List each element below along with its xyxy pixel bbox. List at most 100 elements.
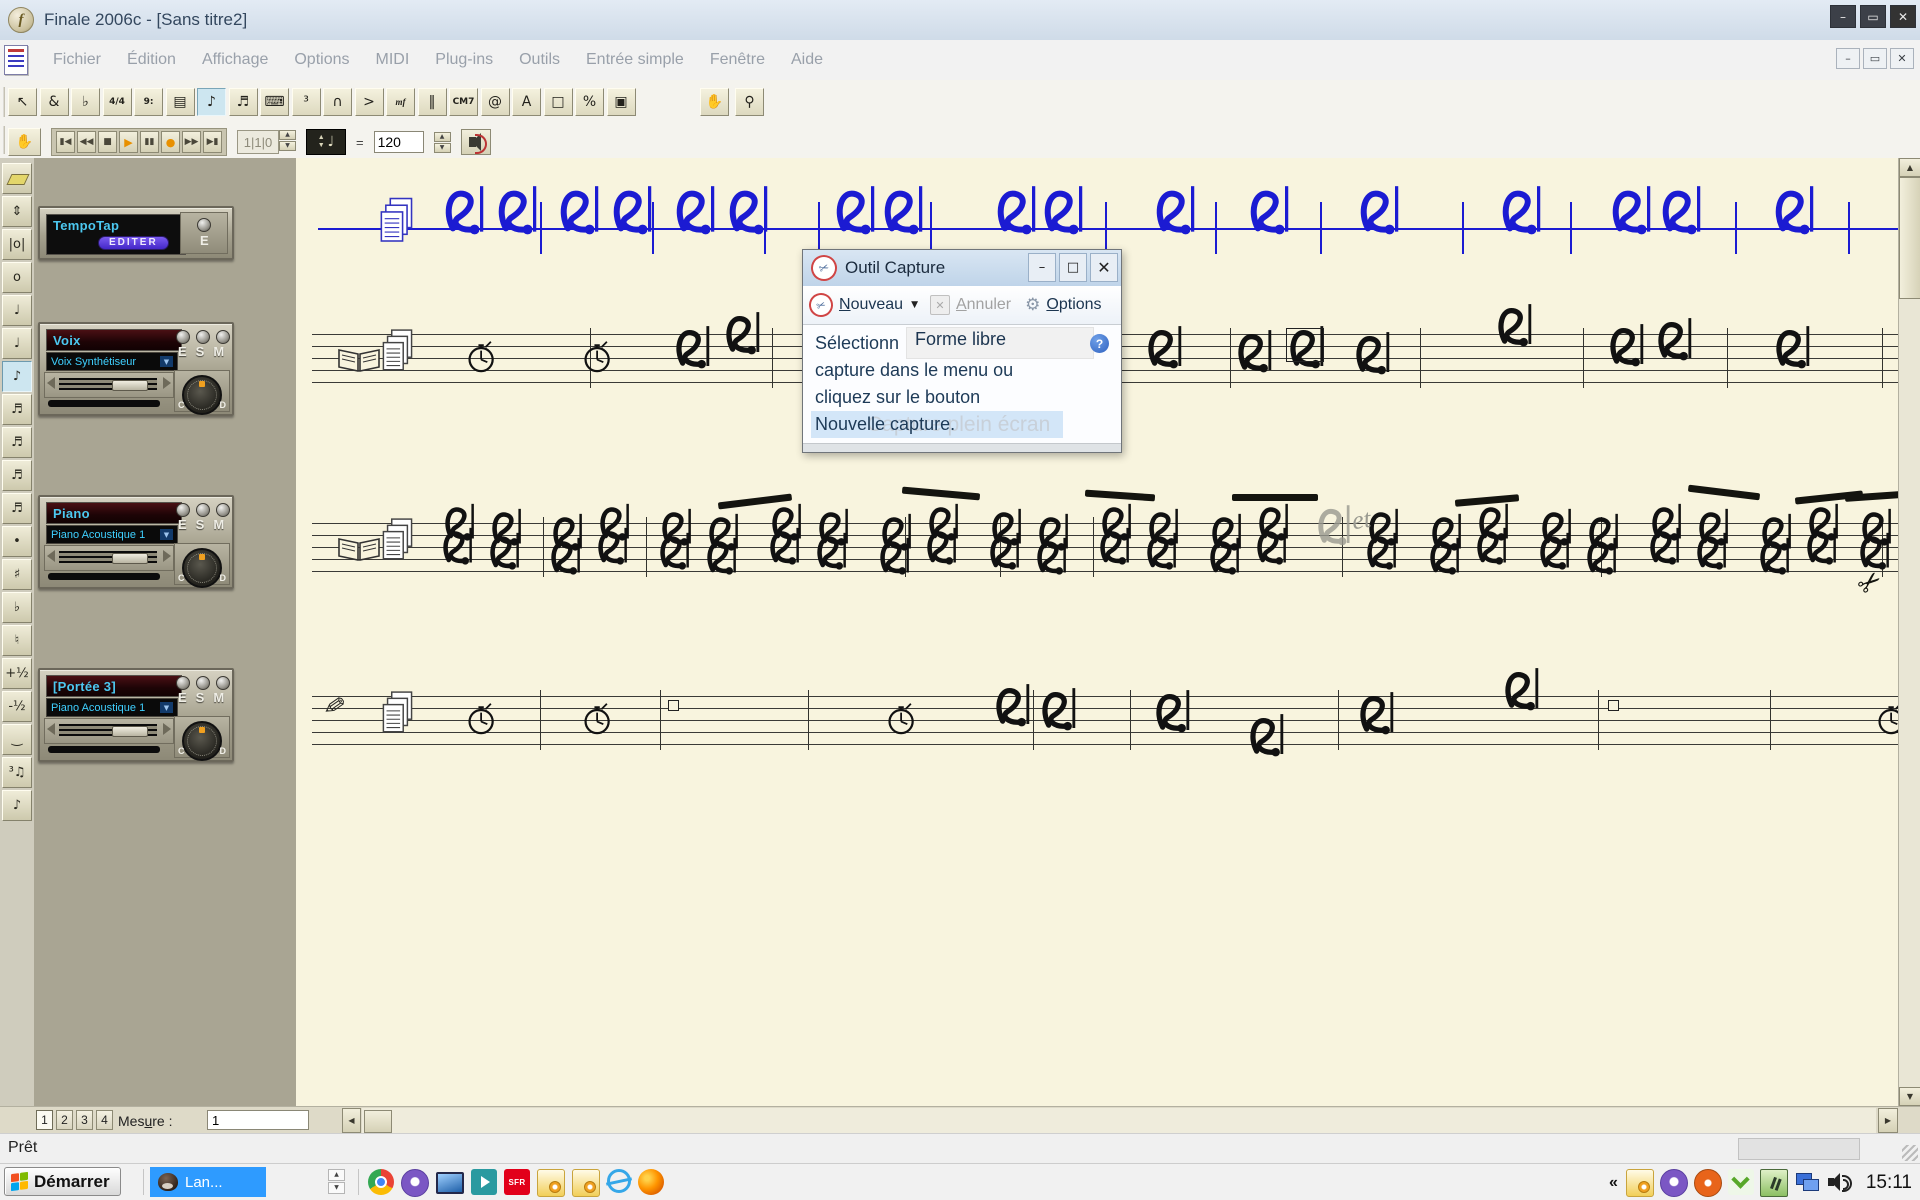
note-glyph[interactable]	[1360, 184, 1404, 236]
note-glyph[interactable]	[560, 184, 604, 236]
led-s[interactable]	[196, 503, 210, 517]
pause-button[interactable]: ▮▮	[140, 131, 159, 153]
ghost-note-glyph[interactable]	[1318, 503, 1354, 547]
page-button-4[interactable]: 4	[96, 1110, 113, 1130]
hundredtwentyeighth-note[interactable]: ♬	[2, 493, 32, 524]
square-note-glyph[interactable]	[668, 700, 679, 711]
note-glyph[interactable]	[884, 184, 928, 236]
note-glyph[interactable]	[676, 324, 714, 370]
vertical-scroll-thumb[interactable]	[1899, 177, 1920, 299]
horizontal-scroll-track[interactable]	[362, 1108, 1876, 1133]
note-glyph[interactable]	[1540, 531, 1573, 571]
graphics-tool[interactable]: □	[544, 88, 573, 116]
note-glyph[interactable]	[726, 310, 764, 356]
mirror-tool[interactable]: %	[575, 88, 604, 116]
augmentation-dot[interactable]: •	[2, 526, 32, 557]
slider-track[interactable]	[59, 551, 157, 563]
bittorrent-icon[interactable]	[401, 1169, 429, 1197]
led-e[interactable]	[176, 503, 190, 517]
editer-button[interactable]: EDITER	[98, 236, 169, 250]
note-glyph[interactable]	[1610, 322, 1648, 368]
start-button[interactable]: Démarrer	[4, 1167, 121, 1196]
square-note-glyph[interactable]	[1608, 700, 1619, 711]
menu-fichier[interactable]: Fichier	[40, 45, 114, 75]
slider-thumb[interactable]	[112, 380, 148, 391]
led-e[interactable]	[176, 676, 190, 690]
help-icon[interactable]: ?	[1090, 334, 1109, 353]
quarter-note[interactable]: ♩	[2, 328, 32, 359]
note-glyph[interactable]	[1250, 712, 1288, 758]
clock-note-glyph[interactable]	[1876, 698, 1898, 738]
raise-half-step[interactable]: +½	[2, 658, 32, 689]
expression-tool[interactable]: mf	[386, 88, 415, 116]
note-glyph[interactable]	[1505, 666, 1543, 712]
horizontal-scroll-thumb[interactable]	[364, 1110, 392, 1133]
menu-midi[interactable]: MIDI	[363, 45, 423, 75]
chord-tool[interactable]: CM7	[449, 88, 478, 116]
tray-download-icon[interactable]	[1728, 1169, 1754, 1195]
close-button[interactable]: ✕	[1890, 5, 1916, 28]
note-glyph[interactable]	[1044, 184, 1088, 236]
menu-options[interactable]: Options	[281, 45, 362, 75]
resize-grip[interactable]	[1902, 1145, 1918, 1161]
note-glyph[interactable]	[1650, 526, 1683, 566]
note-glyph[interactable]	[1238, 328, 1276, 374]
note-glyph[interactable]	[880, 536, 913, 576]
note-glyph[interactable]	[1148, 324, 1186, 370]
piano-volume-slider[interactable]	[44, 545, 174, 571]
note-glyph[interactable]	[817, 531, 850, 571]
articulation-tool[interactable]: >	[355, 88, 384, 116]
note-glyph[interactable]	[445, 184, 489, 236]
mdi-minimize-button[interactable]: –	[1836, 48, 1860, 69]
menu-outils[interactable]: Outils	[506, 45, 573, 75]
piano-instrument-dropdown[interactable]: Piano Acoustique 1▼	[46, 525, 178, 544]
note-glyph[interactable]	[1042, 686, 1080, 732]
page-button-3[interactable]: 3	[76, 1110, 93, 1130]
outlook-icon[interactable]	[537, 1169, 565, 1197]
selection-tool[interactable]: ↖	[8, 88, 37, 116]
tempotap-led[interactable]	[197, 218, 211, 232]
taskbar-item-gimp[interactable]: Lan...	[150, 1167, 266, 1197]
note-glyph[interactable]	[1662, 184, 1706, 236]
note-glyph[interactable]	[1477, 526, 1510, 566]
menu-aide[interactable]: Aide	[778, 45, 836, 75]
led-s[interactable]	[196, 330, 210, 344]
record-button[interactable]: ●	[161, 131, 180, 153]
voix-instrument-dropdown[interactable]: Voix Synthétiseur▼	[46, 352, 178, 371]
media-icon[interactable]	[471, 1169, 497, 1195]
measure-input[interactable]	[207, 1110, 309, 1130]
note-glyph[interactable]	[707, 536, 740, 576]
note-glyph[interactable]	[1430, 536, 1463, 576]
portee3-volume-slider[interactable]	[44, 718, 174, 744]
rewind-button[interactable]: ◀◀	[77, 131, 96, 153]
led-s[interactable]	[196, 676, 210, 690]
key-signature-tool[interactable]: ♭	[71, 88, 100, 116]
capture-minimize-button[interactable]: –	[1028, 253, 1056, 282]
whole-note[interactable]: o	[2, 262, 32, 293]
play-button[interactable]: ▶	[119, 131, 138, 153]
forward-button[interactable]: ▶▶	[182, 131, 201, 153]
hyperscribe-tool[interactable]: ⌨	[260, 88, 289, 116]
note-glyph[interactable]	[1697, 531, 1730, 571]
portee3-instrument-dropdown[interactable]: Piano Acoustique 1▼	[46, 698, 178, 717]
note-glyph[interactable]	[1776, 324, 1814, 370]
outlook-icon[interactable]	[572, 1169, 600, 1197]
note-glyph[interactable]	[1775, 184, 1819, 236]
menu-affichage[interactable]: Affichage	[189, 45, 281, 75]
note-glyph[interactable]	[443, 526, 476, 566]
playback-toolbar-handle[interactable]	[2, 126, 5, 154]
page-button-2[interactable]: 2	[56, 1110, 73, 1130]
note-glyph[interactable]	[1498, 302, 1536, 348]
tuplet[interactable]: ³♫	[2, 757, 32, 788]
speaker-button[interactable]	[461, 129, 491, 155]
note-glyph[interactable]	[997, 184, 1041, 236]
position-down-button[interactable]: ▼	[279, 141, 296, 151]
note-glyph[interactable]	[613, 184, 657, 236]
note-glyph[interactable]	[551, 536, 584, 576]
voix-volume-slider[interactable]	[44, 372, 174, 398]
note-glyph[interactable]	[1257, 526, 1290, 566]
simple-entry-tool[interactable]: ♪	[197, 88, 226, 116]
text-tool[interactable]: A	[512, 88, 541, 116]
stop-button[interactable]: ■	[98, 131, 117, 153]
note-glyph[interactable]	[1156, 688, 1194, 734]
